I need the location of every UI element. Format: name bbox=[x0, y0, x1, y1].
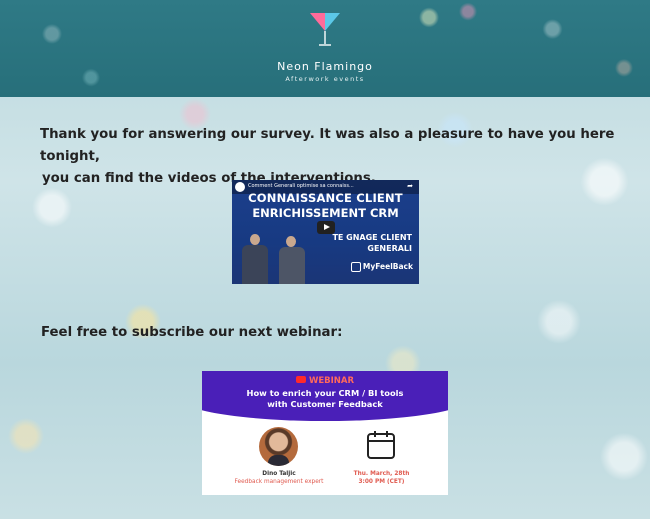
subscribe-message: Feel free to subscribe our next webinar: bbox=[41, 325, 343, 340]
video-headline-2: ENRICHISSEMENT CRM bbox=[252, 206, 399, 220]
cocktail-glass-icon bbox=[310, 13, 340, 46]
header-banner: Neon Flamingo Afterwork events bbox=[0, 0, 650, 97]
webinar-banner[interactable]: WEBINAR How to enrich your CRM / BI tool… bbox=[202, 371, 448, 495]
myfeelback-logo-icon bbox=[350, 262, 361, 272]
webinar-date: Thu. March, 28th bbox=[353, 471, 410, 477]
webinar-title-line-2: with Customer Feedback bbox=[267, 399, 383, 409]
webinar-time: 3:00 PM (CET) bbox=[358, 479, 405, 485]
speaker-name: Dino Taljic bbox=[262, 471, 296, 477]
video-headline-1: CONNAISSANCE CLIENT bbox=[248, 191, 403, 205]
speaker-role: Feedback management expert bbox=[234, 479, 324, 485]
video-thumbnail[interactable]: Comment Generali optimise sa connaiss...… bbox=[232, 180, 419, 284]
play-button-icon[interactable] bbox=[317, 221, 335, 234]
speaker-figure-left bbox=[238, 232, 272, 284]
youtube-icon bbox=[295, 376, 306, 383]
webinar-label-text: WEBINAR bbox=[308, 376, 355, 386]
thank-you-line-1: Thank you for answering our survey. It w… bbox=[40, 127, 615, 164]
video-brand-label: MyFeelBack bbox=[362, 262, 413, 271]
video-testimonial-2: GENERALI bbox=[367, 244, 412, 253]
video-brand: MyFeelBack bbox=[350, 262, 413, 272]
brand-tagline: Afterwork events bbox=[285, 75, 365, 83]
webinar-label: WEBINAR bbox=[202, 376, 448, 386]
brand-name: Neon Flamingo bbox=[277, 60, 373, 73]
share-icon[interactable]: ➦ bbox=[407, 182, 413, 190]
webinar-title: How to enrich your CRM / BI tools with C… bbox=[202, 388, 448, 410]
calendar-icon bbox=[367, 431, 395, 459]
speaker-figure-right bbox=[276, 232, 308, 284]
webinar-title-line-1: How to enrich your CRM / BI tools bbox=[246, 388, 404, 398]
speaker-avatar bbox=[259, 427, 298, 466]
video-title[interactable]: Comment Generali optimise sa connaiss... bbox=[248, 183, 354, 189]
video-testimonial-1: TE GNAGE CLIENT bbox=[332, 233, 412, 242]
